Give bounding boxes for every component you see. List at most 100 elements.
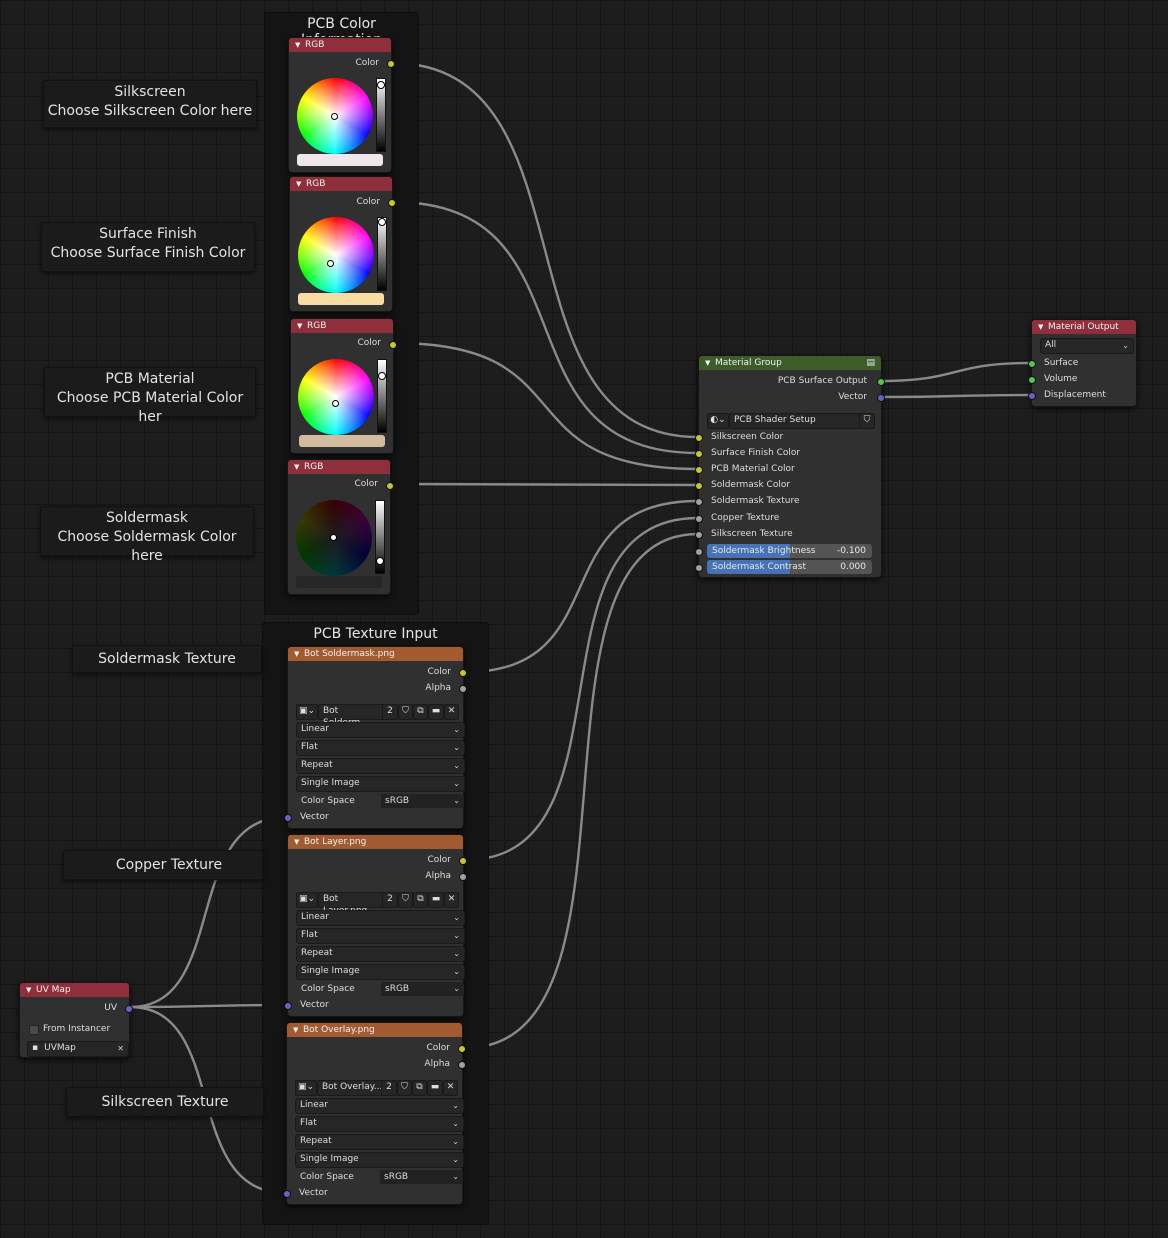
node-header[interactable]: ▼ RGB xyxy=(291,319,393,333)
note-soldermask-texture[interactable]: Soldermask Texture xyxy=(72,645,262,673)
folder-icon[interactable]: ▬ xyxy=(427,1080,443,1096)
image-browse-icon[interactable]: ▣⌄ xyxy=(296,892,318,908)
slider-handle[interactable] xyxy=(378,218,386,226)
material-output-node[interactable]: ▼ Material Output All ⌄ Surface Volume Dis… xyxy=(1028,319,1137,407)
color-space-dropdown[interactable]: sRGB ⌄ xyxy=(381,982,464,996)
collapse-icon[interactable]: ▼ xyxy=(294,835,299,849)
image-selector[interactable]: ▣⌄ Bot Solderm... 2 ⛉ ⧉ ▬ ✕ xyxy=(296,704,459,728)
color-space-dropdown[interactable]: sRGB ⌄ xyxy=(380,1170,463,1184)
node-header[interactable]: ▼ Material Output xyxy=(1032,320,1136,334)
color-swatch[interactable] xyxy=(297,154,383,166)
collapse-icon[interactable]: ▼ xyxy=(705,356,710,370)
interpolation-dropdown[interactable]: Linear ⌄ xyxy=(296,722,465,738)
image-selector[interactable]: ▣⌄ Bot Layer.png 2 ⛉ ⧉ ▬ ✕ xyxy=(296,892,459,916)
brightness-slider[interactable] xyxy=(376,78,386,152)
duplicate-icon[interactable]: ⧉ xyxy=(413,704,428,720)
source-dropdown[interactable]: Single Image ⌄ xyxy=(296,964,465,980)
input-socket-pcb-material-color[interactable] xyxy=(695,466,703,474)
user-count[interactable]: 2 xyxy=(382,704,398,720)
source-dropdown[interactable]: Single Image ⌄ xyxy=(296,776,465,792)
fake-user-icon[interactable]: ⛉ xyxy=(397,1080,412,1096)
collapse-icon[interactable]: ▼ xyxy=(293,1023,298,1037)
vector-input-socket[interactable] xyxy=(284,1002,292,1010)
color-output-socket[interactable] xyxy=(388,199,396,207)
input-socket-copper-texture[interactable] xyxy=(695,515,703,523)
collapse-icon[interactable]: ▼ xyxy=(1038,320,1043,334)
rgb-node-surface-finish[interactable]: ▼ RGB Color xyxy=(289,176,396,312)
image-browse-icon[interactable]: ▣⌄ xyxy=(295,1080,317,1096)
projection-dropdown[interactable]: Flat ⌄ xyxy=(295,1116,464,1132)
vector-input-socket[interactable] xyxy=(284,814,292,822)
node-header[interactable]: ▼ Bot Layer.png xyxy=(288,835,463,849)
color-swatch[interactable] xyxy=(298,293,384,305)
uv-output-socket[interactable] xyxy=(125,1005,133,1013)
collapse-icon[interactable]: ▼ xyxy=(294,647,299,661)
duplicate-icon[interactable]: ⧉ xyxy=(413,892,428,908)
interpolation-dropdown[interactable]: Linear ⌄ xyxy=(296,910,465,926)
fake-user-icon[interactable]: ⛉ xyxy=(398,704,413,720)
collapse-icon[interactable]: ▼ xyxy=(297,319,302,333)
from-instancer-checkbox[interactable] xyxy=(29,1025,39,1035)
image-selector[interactable]: ▣⌄ Bot Overlay... 2 ⛉ ⧉ ▬ ✕ xyxy=(295,1080,458,1096)
soldermask-brightness-field[interactable]: Soldermask Brightness -0.100 xyxy=(707,544,872,558)
vector-output-socket[interactable] xyxy=(877,394,885,402)
brightness-slider[interactable] xyxy=(377,359,387,433)
close-icon[interactable]: ✕ xyxy=(444,704,459,720)
extension-dropdown[interactable]: Repeat ⌄ xyxy=(295,1134,464,1150)
material-group-node[interactable]: ▼ Material Group ▤ PCB Surface Output Vect… xyxy=(695,355,885,578)
color-space-row[interactable]: Color Space sRGB ⌄ xyxy=(296,794,465,810)
color-output-socket[interactable] xyxy=(459,669,467,677)
color-space-dropdown[interactable]: sRGB ⌄ xyxy=(381,794,464,808)
collapse-icon[interactable]: ▼ xyxy=(295,38,300,52)
color-output-socket[interactable] xyxy=(458,1045,466,1053)
note-soldermask[interactable]: Soldermask Choose Soldermask Color here xyxy=(40,506,254,564)
node-header[interactable]: ▼ Material Group ▤ xyxy=(699,356,881,370)
input-socket-silkscreen-color[interactable] xyxy=(695,434,703,442)
note-silkscreen-texture[interactable]: Silkscreen Texture xyxy=(66,1087,264,1117)
color-wheel[interactable] xyxy=(297,78,373,154)
note-surface-finish[interactable]: Surface Finish Choose Surface Finish Col… xyxy=(41,222,255,272)
group-name-field[interactable]: PCB Shader Setup xyxy=(729,413,863,429)
alpha-output-socket[interactable] xyxy=(459,873,467,881)
rgb-node-silkscreen[interactable]: ▼ RGB Color xyxy=(288,37,395,173)
brightness-slider[interactable] xyxy=(377,217,387,291)
collapse-icon[interactable]: ▼ xyxy=(26,983,31,997)
vector-input-socket[interactable] xyxy=(283,1190,291,1198)
surface-input-socket[interactable] xyxy=(1028,360,1036,368)
color-output-socket[interactable] xyxy=(387,60,395,68)
wheel-picker[interactable] xyxy=(332,400,339,407)
rgb-node-soldermask[interactable]: ▼ RGB Color xyxy=(287,459,394,595)
uvmap-field[interactable]: ▪ UVMap ✕ xyxy=(27,1041,129,1057)
color-wheel[interactable] xyxy=(296,500,372,576)
color-output-socket[interactable] xyxy=(386,482,394,490)
color-space-row[interactable]: Color Space sRGB ⌄ xyxy=(296,982,465,998)
projection-dropdown[interactable]: Flat ⌄ xyxy=(296,928,465,944)
slider-handle[interactable] xyxy=(376,557,384,565)
image-texture-node-soldermask[interactable]: ▼ Bot Soldermask.png Color Alpha ▣⌄ Bot S… xyxy=(284,646,467,829)
projection-dropdown[interactable]: Flat ⌄ xyxy=(296,740,465,756)
node-tree-browse-icon[interactable]: ◐⌄ xyxy=(707,413,729,429)
slider-handle[interactable] xyxy=(378,372,386,380)
note-pcb-material[interactable]: PCB Material Choose PCB Material Color h… xyxy=(44,367,256,425)
uv-map-node[interactable]: ▼ UV Map UV From Instancer ▪ UVMap ✕ xyxy=(19,982,133,1058)
node-group-icon[interactable]: ▤ xyxy=(866,356,875,370)
collapse-icon[interactable]: ▼ xyxy=(296,177,301,191)
volume-input-socket[interactable] xyxy=(1028,376,1036,384)
folder-icon[interactable]: ▬ xyxy=(428,892,444,908)
folder-icon[interactable]: ▬ xyxy=(428,704,444,720)
color-swatch[interactable] xyxy=(299,435,385,447)
input-socket-soldermask-color[interactable] xyxy=(695,482,703,490)
wheel-picker[interactable] xyxy=(331,113,338,120)
color-output-socket[interactable] xyxy=(459,857,467,865)
color-wheel[interactable] xyxy=(298,217,374,293)
soldermask-contrast-field[interactable]: Soldermask Contrast 0.000 xyxy=(707,560,872,574)
image-texture-node-copper[interactable]: ▼ Bot Layer.png Color Alpha ▣⌄ Bot Layer.… xyxy=(284,834,467,1017)
brightness-slider[interactable] xyxy=(375,500,385,574)
source-dropdown[interactable]: Single Image ⌄ xyxy=(295,1152,464,1168)
image-name-field[interactable]: Bot Overlay... xyxy=(317,1080,385,1096)
target-dropdown[interactable]: All ⌄ xyxy=(1040,338,1134,354)
note-copper-texture[interactable]: Copper Texture xyxy=(63,850,263,880)
fake-user-icon[interactable]: ⛉ xyxy=(398,892,413,908)
clear-icon[interactable]: ✕ xyxy=(117,1042,124,1055)
displacement-input-socket[interactable] xyxy=(1028,392,1036,400)
